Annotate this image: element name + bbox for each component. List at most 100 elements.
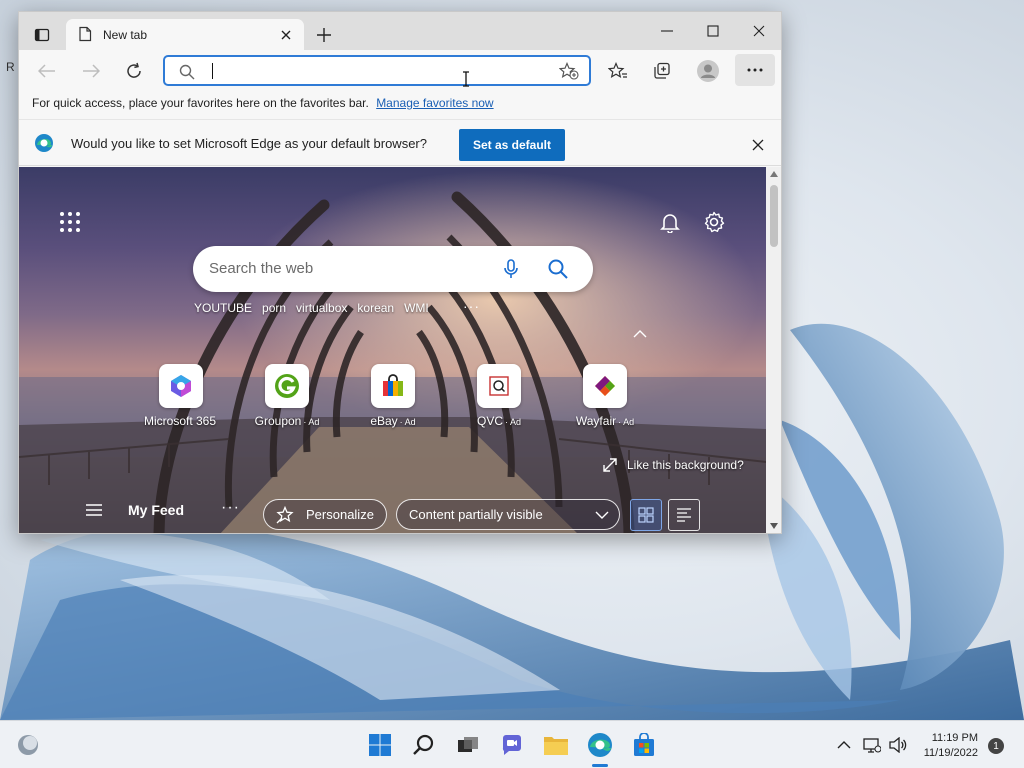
trending-searches: YOUTUBE porn virtualbox korean WMI [194,301,439,315]
favorites-star-icon [608,62,627,79]
folder-icon [544,737,568,755]
feed-toolbar: My Feed ··· Personalize Content partiall… [19,493,766,533]
wayfair-icon [583,364,627,408]
widgets-button[interactable] [14,731,42,759]
back-button[interactable] [32,56,62,86]
add-favorite-icon[interactable] [559,62,579,80]
quick-link-microsoft-365[interactable]: Microsoft 365 [136,364,226,428]
trending-more-button[interactable]: ··· [463,298,480,314]
refresh-button[interactable] [119,56,149,86]
quick-link-qvc[interactable]: QVC · Ad [454,364,544,428]
quick-link-wayfair[interactable]: Wayfair · Ad [560,364,650,428]
settings-and-more-button[interactable] [735,54,775,86]
collapse-quick-links-button[interactable] [633,325,647,343]
address-bar[interactable] [163,55,591,86]
quick-link-ebay[interactable]: eBay · Ad [348,364,438,428]
favorites-button[interactable] [603,56,633,86]
profile-button[interactable] [693,56,723,86]
clock[interactable]: 11:19 PM 11/19/2022 [912,731,978,761]
teams-chat-button[interactable] [498,731,526,759]
scroll-up-arrow-icon[interactable] [770,171,778,177]
notifications-button[interactable] [659,211,681,238]
grid-view-button[interactable] [630,499,662,531]
like-background-link[interactable]: Like this background? [603,458,744,472]
edge-taskbar-button[interactable] [586,731,614,767]
tile-label: Groupon [254,414,302,428]
edge-logo-icon [35,134,53,152]
search-taskbar-button[interactable] [410,731,438,759]
refresh-icon [127,62,141,78]
list-view-button[interactable] [668,499,700,531]
gear-icon [704,211,725,233]
tile-label: Microsoft 365 [143,414,217,428]
content-visibility-dropdown[interactable]: Content partially visible [396,499,620,530]
web-search-box[interactable]: Search the web [193,246,593,292]
default-browser-infobar: Would you like to set Microsoft Edge as … [19,119,781,166]
minimize-button[interactable] [647,18,687,44]
active-app-indicator [592,764,608,767]
show-hidden-icons-button[interactable] [830,731,858,759]
page-scrollbar[interactable] [766,167,781,533]
ad-badge: · Ad [505,417,522,427]
weather-widget-icon [18,735,38,755]
taskbar: 11:19 PM 11/19/2022 1 [0,720,1024,768]
windows-logo-icon [369,734,391,756]
my-feed-title[interactable]: My Feed [128,502,184,518]
volume-button[interactable] [884,731,912,759]
collections-button[interactable] [647,56,677,86]
network-status-button[interactable] [858,731,886,759]
speaker-icon [889,737,907,753]
infobar-message: Would you like to set Microsoft Edge as … [71,136,427,151]
close-tab-button[interactable] [278,27,294,43]
infobar-close-button[interactable] [749,136,767,154]
trending-item[interactable]: virtualbox [296,301,347,315]
trending-item[interactable]: porn [262,301,286,315]
tab-new-tab[interactable]: New tab [66,19,304,50]
maximize-icon [707,25,719,37]
new-tab-button[interactable] [313,24,335,46]
personalize-label: Personalize [306,507,374,522]
scroll-down-arrow-icon[interactable] [770,523,778,529]
notification-badge[interactable]: 1 [988,738,1004,754]
collections-icon [654,62,670,79]
more-horizontal-icon [747,68,763,72]
task-view-button[interactable] [454,731,482,759]
ad-badge: · Ad [399,417,416,427]
plus-icon [317,28,331,42]
navigation-toolbar [19,50,781,90]
tile-label: Wayfair [575,414,617,428]
trending-item[interactable]: YOUTUBE [194,301,252,315]
app-launcher-button[interactable] [59,211,81,238]
quick-link-groupon[interactable]: Groupon · Ad [242,364,332,428]
set-as-default-button[interactable]: Set as default [459,129,565,161]
list-view-icon [677,508,691,522]
edge-logo-icon [588,733,612,757]
chevron-up-icon [633,330,647,338]
manage-favorites-link[interactable]: Manage favorites now [376,96,493,110]
network-icon [863,738,881,753]
microsoft-store-button[interactable] [630,731,658,759]
favorites-bar: For quick access, place your favorites h… [19,90,781,118]
store-bag-icon [634,733,654,756]
page-settings-button[interactable] [703,211,725,238]
desktop-icon-label: R [6,60,15,74]
microphone-icon[interactable] [503,258,519,280]
tab-actions-button[interactable] [29,23,55,47]
chevron-up-icon [837,741,851,749]
file-explorer-button[interactable] [542,731,570,759]
trending-item[interactable]: korean [357,301,394,315]
new-tab-page: Search the web YOUTUBE porn virtualbox k… [19,167,766,533]
forward-button[interactable] [76,56,106,86]
chevron-down-icon [595,511,609,519]
search-icon[interactable] [547,258,569,280]
maximize-button[interactable] [693,18,733,44]
personalize-star-icon [276,506,294,524]
start-button[interactable] [366,731,394,759]
personalize-button[interactable]: Personalize [263,499,387,530]
feed-more-button[interactable]: ··· [221,499,240,517]
feed-menu-button[interactable] [85,503,103,522]
scrollbar-thumb[interactable] [770,185,778,247]
trending-item[interactable]: WMI [404,301,429,315]
text-cursor-icon [463,71,469,87]
close-window-button[interactable] [739,18,779,44]
